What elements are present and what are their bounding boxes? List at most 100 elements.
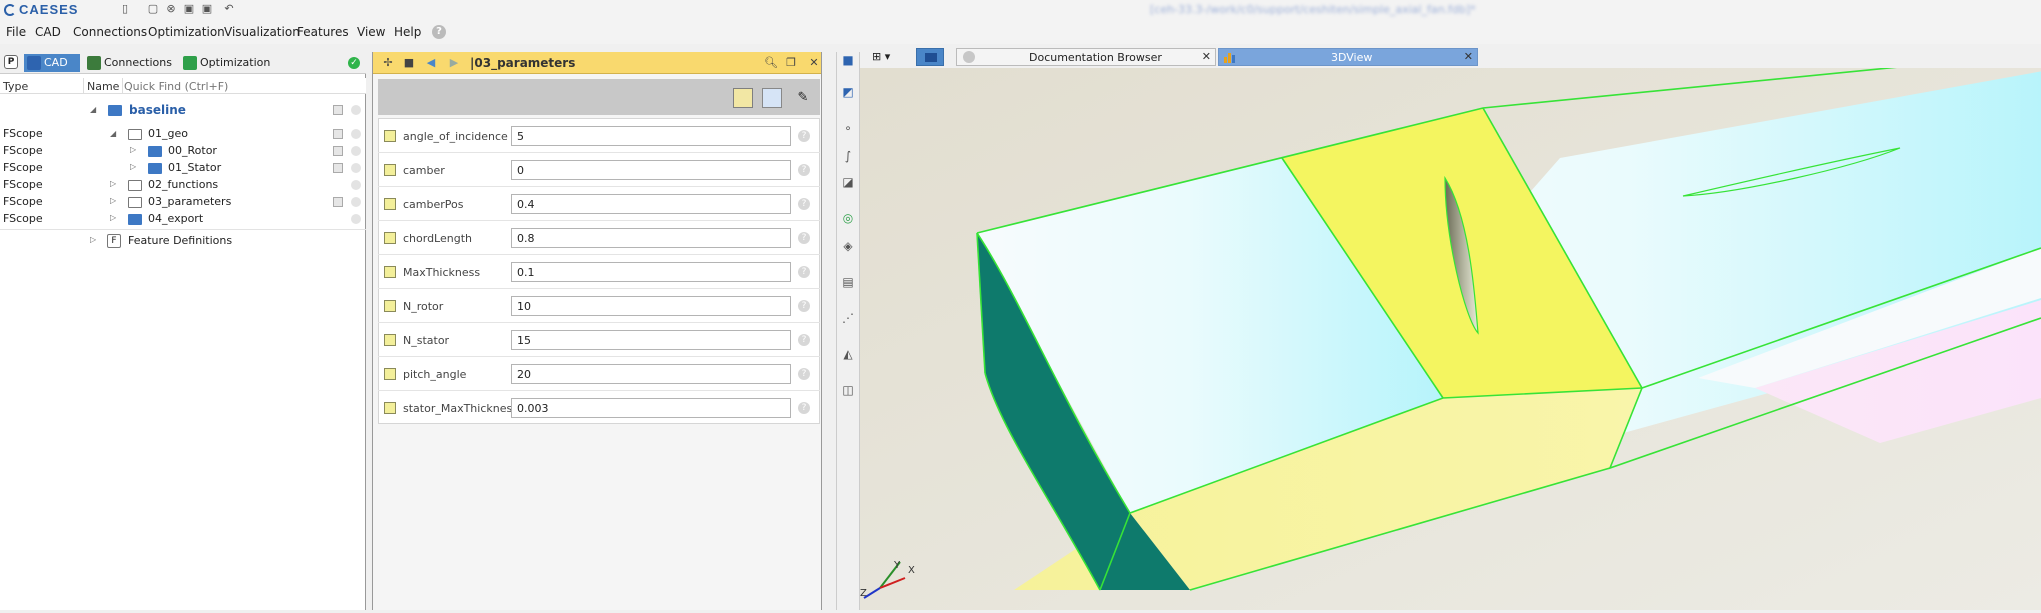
tab-3dview[interactable]: 3DView ✕ xyxy=(1218,48,1478,66)
info-icon[interactable]: ? xyxy=(798,198,810,210)
search-icon[interactable]: 🔍︎ xyxy=(764,57,778,69)
layout-dropdown[interactable]: ⊞ ▾ xyxy=(872,49,902,65)
solid-icon[interactable]: ◭ xyxy=(840,346,856,362)
param-value-input[interactable]: 0.003 xyxy=(511,398,791,418)
menu-optimization[interactable]: Optimization xyxy=(148,25,225,39)
info-icon[interactable] xyxy=(351,163,361,173)
tree-row[interactable]: FScope ▷ 01_Stator xyxy=(0,160,366,177)
visibility-toggle-icon[interactable] xyxy=(333,197,343,207)
column-type[interactable]: Type xyxy=(3,80,28,93)
edit-pencil-icon[interactable]: ✎ xyxy=(793,88,813,108)
tree-row-feature-definitions[interactable]: ▷ F Feature Definitions xyxy=(0,233,366,250)
tree-row-baseline[interactable]: ◢ baseline xyxy=(0,102,366,119)
column-divider[interactable] xyxy=(122,78,123,94)
tree-label: 03_parameters xyxy=(148,195,232,208)
collapsed-arrow-icon[interactable]: ▷ xyxy=(110,196,116,205)
new-file-icon[interactable]: ▢ xyxy=(146,2,160,16)
tab-documentation-browser[interactable]: Documentation Browser ✕ xyxy=(956,48,1216,66)
pin-icon[interactable]: ✢ xyxy=(382,57,394,69)
tree-row[interactable]: FScope ▷ 00_Rotor xyxy=(0,143,366,160)
info-icon[interactable] xyxy=(351,214,361,224)
tree-row[interactable]: FScope ▷ 03_parameters xyxy=(0,194,366,211)
info-icon[interactable]: ? xyxy=(798,232,810,244)
surface-icon[interactable]: ◪ xyxy=(840,174,856,190)
p-tab-button[interactable]: P xyxy=(4,55,18,69)
info-icon[interactable] xyxy=(351,105,361,115)
menu-visualization[interactable]: Visualization xyxy=(224,25,300,39)
param-value-input[interactable]: 0 xyxy=(511,160,791,180)
close-icon[interactable]: ✕ xyxy=(808,57,820,69)
collapsed-arrow-icon[interactable]: ▷ xyxy=(90,235,96,244)
tree-row[interactable]: FScope ◢ 01_geo xyxy=(0,126,366,143)
quick-find-input[interactable] xyxy=(124,79,364,93)
menu-square-icon[interactable]: ■ xyxy=(403,57,415,69)
save-as-icon[interactable]: ▣ xyxy=(200,2,214,16)
green-curve-icon[interactable]: ◎ xyxy=(840,210,856,226)
param-value-input[interactable]: 0.4 xyxy=(511,194,791,214)
save-icon[interactable]: ▣ xyxy=(182,2,196,16)
parameter-view-button[interactable] xyxy=(733,88,753,108)
info-icon[interactable]: ? xyxy=(798,266,810,278)
folder-icon[interactable]: ■ xyxy=(840,52,856,68)
back-arrow-icon[interactable]: ◀ xyxy=(425,57,437,69)
copy-icon[interactable]: ❐ xyxy=(785,57,797,69)
close-icon[interactable]: ✕ xyxy=(1464,49,1473,65)
collapsed-arrow-icon[interactable]: ▷ xyxy=(130,145,136,154)
shape-icon[interactable]: ◫ xyxy=(840,382,856,398)
param-value-input[interactable]: 0.8 xyxy=(511,228,791,248)
select-icon[interactable]: ◩ xyxy=(840,84,856,100)
collapsed-arrow-icon[interactable]: ▷ xyxy=(110,213,116,222)
3d-scene[interactable]: Y X Z xyxy=(860,52,2041,610)
patch-icon[interactable]: ◈ xyxy=(840,238,856,254)
help-icon[interactable]: ? xyxy=(432,25,446,39)
param-value-input[interactable]: 20 xyxy=(511,364,791,384)
point-icon[interactable]: ∘ xyxy=(840,120,856,136)
info-icon[interactable] xyxy=(351,197,361,207)
info-icon[interactable] xyxy=(351,180,361,190)
layout-icon[interactable]: ▯ xyxy=(118,2,132,16)
info-icon[interactable] xyxy=(351,146,361,156)
collapsed-arrow-icon[interactable]: ▷ xyxy=(130,162,136,171)
folder-view-button[interactable] xyxy=(916,48,944,66)
info-icon[interactable]: ? xyxy=(798,402,810,414)
info-icon[interactable]: ? xyxy=(798,300,810,312)
visibility-toggle-icon[interactable] xyxy=(333,105,343,115)
curve-icon[interactable]: ∫ xyxy=(840,148,856,164)
collapsed-arrow-icon[interactable]: ▷ xyxy=(110,179,116,188)
close-icon[interactable]: ✕ xyxy=(1202,49,1211,65)
expanded-arrow-icon[interactable]: ◢ xyxy=(110,129,116,138)
tree-row[interactable]: FScope ▷ 02_functions xyxy=(0,177,366,194)
blue-view-button[interactable] xyxy=(762,88,782,108)
column-divider[interactable] xyxy=(83,78,84,94)
3d-viewport[interactable]: Y X Z xyxy=(860,52,2041,610)
visibility-toggle-icon[interactable] xyxy=(333,163,343,173)
menu-file[interactable]: File xyxy=(6,25,26,39)
column-name[interactable]: Name xyxy=(87,80,119,93)
visibility-toggle-icon[interactable] xyxy=(333,146,343,156)
offset-icon[interactable]: ▤ xyxy=(840,274,856,290)
tab-connections[interactable]: Connections xyxy=(84,54,174,72)
close-project-icon[interactable]: ⊗ xyxy=(164,2,178,16)
expanded-arrow-icon[interactable]: ◢ xyxy=(90,105,96,114)
menu-help[interactable]: Help xyxy=(394,25,421,39)
param-value-input[interactable]: 15 xyxy=(511,330,791,350)
info-icon[interactable]: ? xyxy=(798,130,810,142)
info-icon[interactable]: ? xyxy=(798,334,810,346)
param-value-input[interactable]: 5 xyxy=(511,126,791,146)
tab-cad[interactable]: CAD xyxy=(24,54,80,72)
tree-row[interactable]: FScope ▷ 04_export xyxy=(0,211,366,228)
menu-features[interactable]: Features xyxy=(297,25,349,39)
info-icon[interactable] xyxy=(351,129,361,139)
param-value-input[interactable]: 0.1 xyxy=(511,262,791,282)
param-value-input[interactable]: 10 xyxy=(511,296,791,316)
visibility-toggle-icon[interactable] xyxy=(333,129,343,139)
dotted-line-icon[interactable]: ⋰ xyxy=(840,310,856,326)
info-icon[interactable]: ? xyxy=(798,368,810,380)
tab-optimization[interactable]: Optimization xyxy=(180,54,272,72)
undo-icon[interactable]: ↶ xyxy=(222,2,236,16)
menu-connections[interactable]: Connections xyxy=(73,25,147,39)
forward-arrow-icon[interactable]: ▶ xyxy=(448,57,460,69)
menu-view[interactable]: View xyxy=(357,25,385,39)
info-icon[interactable]: ? xyxy=(798,164,810,176)
menu-cad[interactable]: CAD xyxy=(35,25,61,39)
